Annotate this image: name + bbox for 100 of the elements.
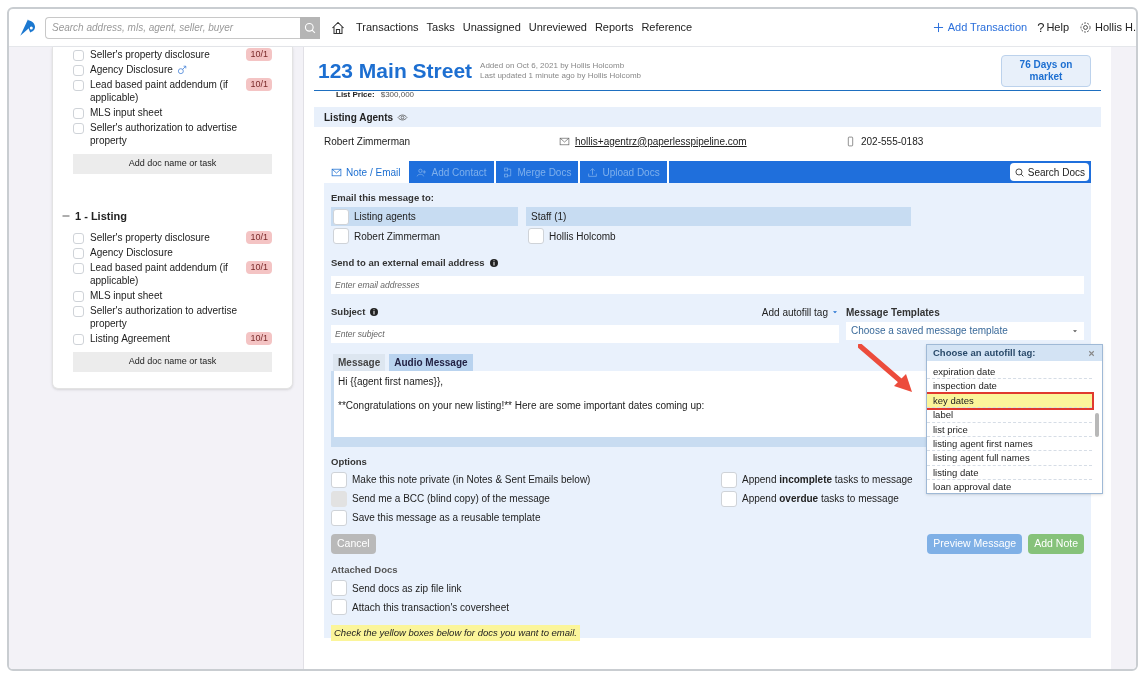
menu-item[interactable]: list price [927, 422, 1092, 437]
menu-item[interactable]: loan approval date [927, 480, 1092, 493]
search-icon [303, 20, 317, 35]
autofill-dropdown[interactable]: Add autofill tag [761, 304, 839, 320]
checkbox[interactable] [73, 108, 84, 119]
recipient-name: Hollis Holcomb [549, 229, 616, 244]
days-on-market-badge: 76 Days on market [1001, 54, 1091, 87]
mail-icon [559, 135, 570, 147]
checkbox[interactable] [73, 50, 84, 61]
add-person-icon [416, 166, 428, 178]
document-name[interactable]: Lead based paint addendum (if applicable) [90, 78, 241, 104]
checkbox[interactable] [73, 80, 84, 91]
user-menu-link[interactable]: Hollis H. [1095, 19, 1136, 36]
recipient-name: Robert Zimmerman [354, 229, 441, 244]
document-name[interactable]: Seller's property disclosure [90, 231, 210, 244]
document-name[interactable]: Agency Disclosure [90, 63, 173, 76]
close-icon[interactable] [1087, 348, 1096, 358]
checkbox[interactable] [73, 233, 84, 244]
add-doc-button[interactable]: Add doc name or task [73, 352, 272, 372]
added-text: Added on Oct 6, 2021 by Hollis Holcomb [480, 60, 626, 71]
caret-icon [831, 308, 839, 316]
search-button[interactable] [300, 16, 320, 39]
message-tab[interactable]: Message [333, 353, 386, 371]
mail-icon [331, 166, 342, 178]
nav-link[interactable]: Unreviewed [528, 19, 587, 36]
checkbox[interactable] [331, 599, 347, 615]
checkbox[interactable] [331, 471, 347, 488]
agent-name: Robert Zimmerman [324, 134, 412, 149]
option-label: Make this note private (in Notes & Sent Emails below) [352, 473, 591, 488]
document-name[interactable]: Seller's property disclosure [90, 48, 210, 61]
search-icon [1013, 166, 1025, 178]
section-title: Listing Agents [324, 110, 394, 125]
option-label: Append incomplete tasks to message [742, 473, 913, 488]
checkbox[interactable] [528, 228, 544, 245]
recipient-group-name: Listing agents [354, 210, 416, 225]
due-date-badge: 10/1 [246, 332, 272, 345]
checkbox[interactable] [73, 248, 84, 259]
checkbox[interactable] [73, 123, 84, 134]
help-link[interactable]: Help [1046, 19, 1070, 36]
option-label: Send docs as zip file link [352, 581, 462, 596]
checkbox[interactable] [73, 263, 84, 274]
search-field[interactable]: Search address, mls, agent, seller, buyer [45, 16, 300, 39]
checkbox[interactable] [721, 471, 737, 488]
menu-item[interactable]: expiration date [927, 365, 1092, 380]
field-label: Message Templates [846, 305, 941, 320]
info-icon [488, 258, 499, 269]
checkbox[interactable] [73, 291, 84, 302]
nav-link[interactable]: Reference [641, 19, 693, 36]
checkbox[interactable] [331, 509, 347, 526]
hint-text: Check the yellow boxes below for docs you want to email. [331, 625, 580, 642]
template-select[interactable]: Choose a saved message template [846, 321, 1084, 340]
question-mark-icon: ? [1037, 17, 1045, 38]
add-transaction-link[interactable]: Add Transaction [931, 19, 1028, 36]
search-docs-button[interactable]: Search Docs [1009, 163, 1089, 181]
menu-item[interactable]: label [927, 408, 1092, 423]
menu-item[interactable]: key dates [927, 393, 1092, 409]
nav-link[interactable]: Reports [594, 19, 634, 36]
checkbox[interactable] [333, 228, 349, 245]
checkbox[interactable] [73, 306, 84, 317]
menu-item[interactable]: listing date [927, 465, 1092, 481]
menu-item[interactable]: listing agent full names [927, 451, 1092, 466]
info-icon [369, 307, 380, 317]
due-date-badge: 10/1 [246, 231, 272, 244]
email-link[interactable]: hollis+agentrz@paperlesspipeline.com [575, 133, 845, 149]
plus-icon [931, 21, 945, 34]
document-name[interactable]: MLS input sheet [90, 106, 163, 119]
menu-item[interactable]: listing agent first names [927, 436, 1092, 452]
scrollbar-track[interactable] [1111, 47, 1136, 669]
email-address-field[interactable]: Enter email addresses [331, 275, 1084, 294]
home-icon[interactable] [330, 19, 346, 36]
field-label: Options [331, 454, 367, 469]
document-name[interactable]: Lead based paint addendum (if applicable) [90, 261, 241, 287]
document-name[interactable]: MLS input sheet [90, 289, 163, 302]
subject-field[interactable]: Enter subject [331, 324, 839, 343]
option-label: Append overdue tasks to message [742, 492, 899, 507]
phone-number: 202-555-0183 [861, 134, 924, 149]
option-label: Attach this transaction's coversheet [352, 600, 509, 615]
menu-title: Choose an autofill tag: [933, 345, 1037, 360]
nav-link[interactable]: Unassigned [462, 19, 521, 36]
field-label: Send to an external email address [331, 256, 485, 271]
template-placeholder: Choose a saved message template [851, 324, 1009, 338]
nav-link[interactable]: Tasks [426, 19, 455, 36]
document-name[interactable]: Agency Disclosure [90, 246, 173, 259]
document-name[interactable]: Listing Agreement [90, 332, 171, 345]
field-label: Attached Docs [331, 562, 398, 577]
eye-icon[interactable] [397, 111, 409, 123]
settings-icon[interactable] [1079, 21, 1093, 34]
checkbox[interactable] [721, 490, 737, 507]
option-label: Send me a BCC (blind copy) of the message [352, 492, 550, 507]
checkbox[interactable] [331, 580, 347, 596]
message-tab[interactable]: Audio Message [389, 353, 473, 371]
field-label: Subject [331, 304, 366, 319]
nav-link[interactable]: Transactions [356, 19, 419, 36]
add-doc-button[interactable]: Add doc name or task [73, 154, 272, 174]
document-name[interactable]: Seller's authorization to advertise property [90, 121, 272, 147]
scrollbar-thumb[interactable] [1095, 413, 1099, 437]
checkbox[interactable] [333, 208, 349, 225]
checkbox[interactable] [73, 334, 84, 345]
checkbox[interactable] [73, 65, 84, 76]
document-name[interactable]: Seller's authorization to advertise property [90, 304, 272, 330]
